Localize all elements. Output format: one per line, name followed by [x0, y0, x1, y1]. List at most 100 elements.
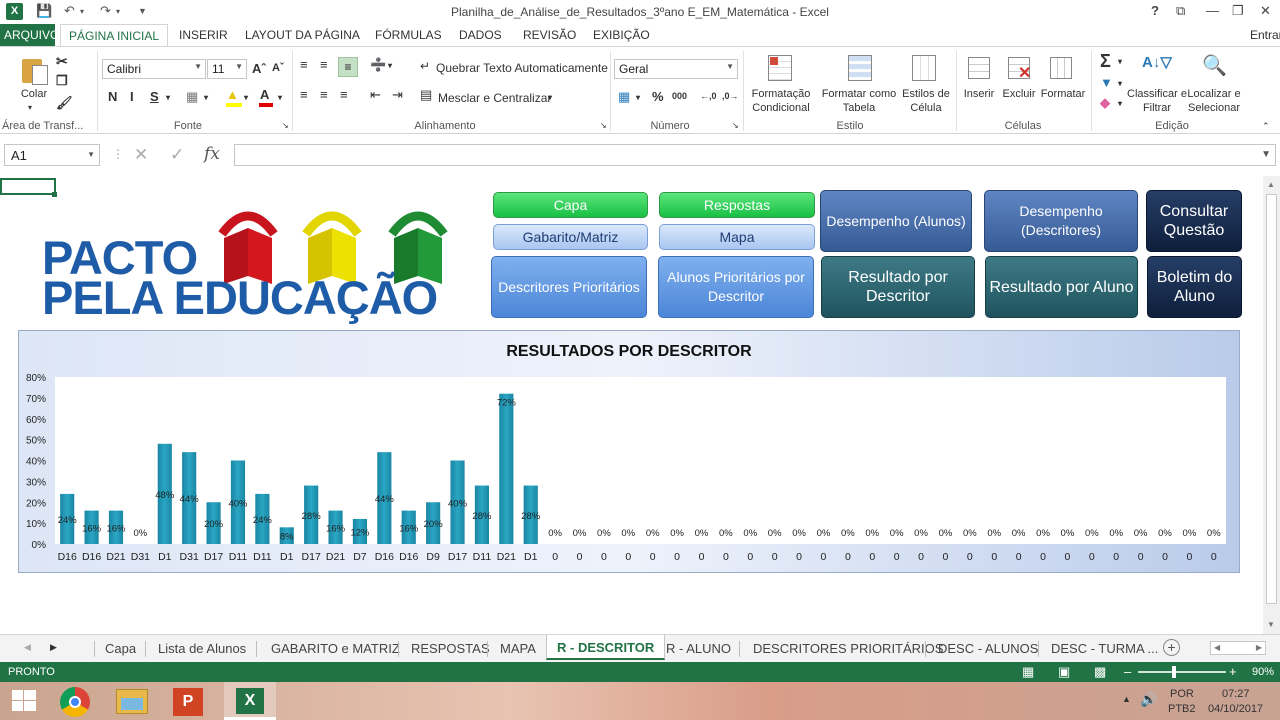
decrease-decimal-icon[interactable]: ,0→ [722, 91, 739, 101]
language-indicator[interactable]: POR [1170, 688, 1194, 700]
zoom-in-icon[interactable]: + [1229, 664, 1237, 679]
fill-dropdown-icon[interactable]: ▾ [1118, 79, 1122, 88]
respostas-button[interactable]: Respostas [659, 192, 815, 218]
merge-center-icon[interactable]: ▤ [420, 87, 432, 103]
close-icon[interactable]: ✕ [1260, 3, 1271, 19]
clear-dropdown-icon[interactable]: ▾ [1118, 99, 1122, 108]
font-size-combo[interactable]: 11 ▼ [207, 59, 247, 79]
paste-icon[interactable] [20, 55, 50, 85]
cancel-icon[interactable]: ✕ [134, 145, 148, 165]
number-format-combo[interactable]: Geral ▼ [614, 59, 738, 79]
shrink-font-icon[interactable]: Aˇ [272, 62, 284, 74]
resultado-descritor-button[interactable]: Resultado por Descritor [821, 256, 975, 318]
normal-view-icon[interactable]: ▦ [1022, 664, 1034, 680]
prev-sheet-icon[interactable]: ◀ [24, 642, 31, 653]
powerpoint-icon[interactable]: P [173, 688, 203, 716]
align-right-icon[interactable]: ≡ [340, 87, 348, 102]
scroll-right-icon[interactable]: ▶ [1256, 643, 1262, 652]
tab-inserir[interactable]: INSERIR [179, 28, 228, 42]
sheet-tab-desc-alunos[interactable]: DESC - ALUNOS [938, 641, 1038, 656]
sign-in-link[interactable]: Entrar [1250, 28, 1280, 42]
sort-filter-icon[interactable]: A↓▽ [1142, 53, 1172, 71]
collapse-ribbon-icon[interactable]: ⌃ [1262, 121, 1270, 132]
sheet-tab-r-aluno[interactable]: R - ALUNO [666, 641, 731, 656]
fill-icon[interactable]: ▼ [1100, 75, 1113, 90]
delete-button[interactable]: Excluir [998, 87, 1040, 101]
mapa-button[interactable]: Mapa [659, 224, 815, 250]
cell-styles-button[interactable]: Estilos de Célula [898, 87, 954, 115]
consultar-questao-button[interactable]: Consultar Questão [1146, 190, 1242, 252]
vertical-scrollbar[interactable]: ▲ ▼ [1263, 176, 1280, 634]
sheet-tab-gabarito[interactable]: GABARITO e MATRIZ [271, 641, 400, 656]
horizontal-scrollbar[interactable]: ◀ ▶ [1210, 641, 1266, 655]
cell-styles-icon[interactable] [910, 53, 940, 83]
insert-cells-icon[interactable] [964, 53, 994, 83]
clock-date[interactable]: 04/10/2017 [1208, 703, 1263, 715]
orientation-dropdown-icon[interactable]: ▾ [388, 61, 392, 70]
file-explorer-icon[interactable] [116, 689, 148, 714]
underline-dropdown-icon[interactable]: ▾ [166, 93, 170, 102]
decrease-indent-icon[interactable]: ⇤ [370, 87, 381, 103]
italic-button[interactable]: I [130, 89, 134, 104]
insert-button[interactable]: Inserir [958, 87, 1000, 101]
format-button[interactable]: Formatar [1038, 87, 1088, 101]
merge-dropdown-icon[interactable]: ▾ [548, 93, 552, 102]
font-dialog-launcher-icon[interactable]: ↘ [282, 121, 289, 130]
resultado-aluno-button[interactable]: Resultado por Aluno [985, 256, 1138, 318]
scroll-down-icon[interactable]: ▼ [1267, 620, 1275, 629]
tab-layout[interactable]: LAYOUT DA PÁGINA [245, 28, 360, 42]
autosum-dropdown-icon[interactable]: ▾ [1118, 57, 1122, 66]
tab-arquivo[interactable]: ARQUIVO [0, 24, 59, 46]
ribbon-display-icon[interactable]: ⧉ [1176, 3, 1185, 19]
zoom-level[interactable]: 90% [1252, 666, 1274, 678]
chrome-icon[interactable] [60, 687, 90, 717]
zoom-slider-thumb[interactable] [1172, 666, 1176, 678]
scroll-thumb[interactable] [1266, 194, 1277, 604]
currency-icon[interactable]: ▦ [618, 89, 630, 105]
volume-icon[interactable]: 🔊 [1140, 691, 1157, 708]
currency-dropdown-icon[interactable]: ▾ [636, 93, 640, 102]
borders-icon[interactable]: ▦ [186, 89, 198, 105]
descritores-prioritarios-button[interactable]: Descritores Prioritários [491, 256, 647, 318]
bold-button[interactable]: N [108, 89, 117, 104]
insert-function-icon[interactable]: fx [204, 144, 220, 164]
keyboard-layout[interactable]: PTB2 [1168, 703, 1196, 715]
enter-icon[interactable]: ✓ [170, 145, 184, 165]
tray-overflow-icon[interactable]: ▲ [1122, 694, 1131, 704]
excel-taskbar-button[interactable]: X [224, 682, 276, 720]
name-box[interactable]: A1 ▼ [4, 144, 100, 166]
grow-font-icon[interactable]: Aˆ [252, 61, 266, 76]
windows-start-icon[interactable] [12, 690, 36, 712]
increase-indent-icon[interactable]: ⇥ [392, 87, 403, 103]
scroll-up-icon[interactable]: ▲ [1267, 180, 1275, 189]
font-name-combo[interactable]: Calibri ▼ [102, 59, 206, 79]
thousands-button[interactable]: 000 [672, 91, 687, 101]
gabarito-matriz-button[interactable]: Gabarito/Matriz [493, 224, 648, 250]
sheet-tab-desc-turma[interactable]: DESC - TURMA ... [1051, 641, 1158, 656]
desempenho-descritores-button[interactable]: Desempenho (Descritores) [984, 190, 1138, 252]
align-middle-icon[interactable]: ≡ [320, 57, 328, 72]
format-painter-icon[interactable]: 🖌 [56, 95, 73, 111]
underline-button[interactable]: S [150, 89, 159, 104]
merge-center-button[interactable]: Mesclar e Centralizar [438, 91, 551, 105]
sheet-tab-r-descritor[interactable]: R - DESCRITOR [546, 635, 666, 660]
boletim-aluno-button[interactable]: Boletim do Aluno [1147, 256, 1242, 318]
tab-pagina-inicial[interactable]: PÁGINA INICIAL [60, 24, 169, 47]
format-table-icon[interactable] [846, 53, 876, 83]
orientation-icon[interactable]: ➗ [370, 57, 386, 73]
formula-input[interactable]: ▼ [234, 144, 1276, 166]
find-select-button[interactable]: Localizar e Selecionar [1184, 87, 1244, 115]
zoom-out-icon[interactable]: – [1124, 664, 1131, 679]
fill-color-dropdown-icon[interactable]: ▾ [244, 93, 248, 102]
capa-button[interactable]: Capa [493, 192, 648, 218]
next-sheet-icon[interactable]: ▶ [50, 642, 57, 653]
tab-dados[interactable]: DADOS [459, 28, 502, 42]
sheet-tab-descritores-prioritarios[interactable]: DESCRITORES PRIORITÁRIOS [753, 641, 943, 656]
chart-container[interactable]: RESULTADOS POR DESCRITOR 0% 10% 20% 30% 40% 5… [18, 330, 1240, 573]
align-center-icon[interactable]: ≡ [320, 87, 328, 102]
page-layout-view-icon[interactable]: ▣ [1058, 664, 1070, 680]
format-cells-icon[interactable] [1046, 53, 1076, 83]
align-left-icon[interactable]: ≡ [300, 87, 308, 102]
borders-dropdown-icon[interactable]: ▾ [204, 93, 208, 102]
autosum-icon[interactable]: Σ [1100, 51, 1111, 72]
